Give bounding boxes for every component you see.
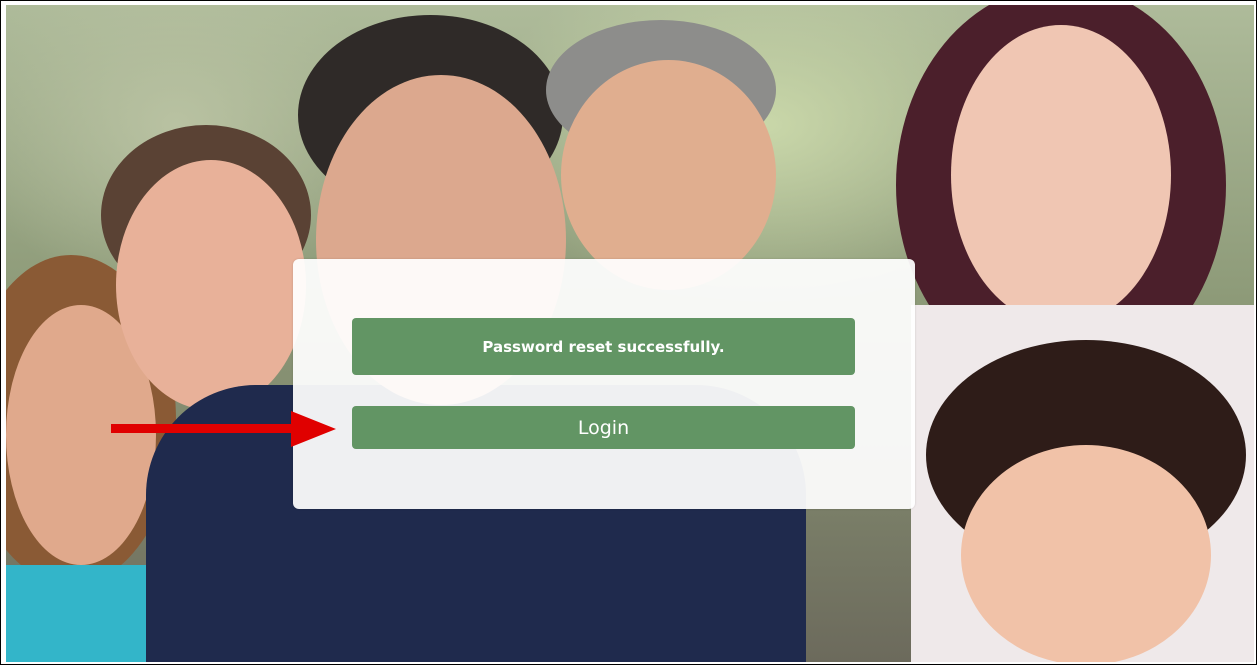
photo-person-face (961, 445, 1211, 662)
screenshot-frame: Password reset successfully. Login (0, 0, 1257, 665)
success-message: Password reset successfully. (352, 318, 855, 375)
success-message-text: Password reset successfully. (482, 337, 725, 356)
login-button[interactable]: Login (352, 406, 855, 449)
photo-person-face (951, 25, 1171, 325)
arrow-right-icon (111, 411, 336, 447)
login-button-label: Login (577, 416, 630, 439)
photo-person-face (116, 160, 306, 410)
reset-confirmation-panel: Password reset successfully. Login (293, 259, 915, 509)
photo-person-clothing (6, 565, 156, 662)
photo-person-face (561, 60, 776, 290)
